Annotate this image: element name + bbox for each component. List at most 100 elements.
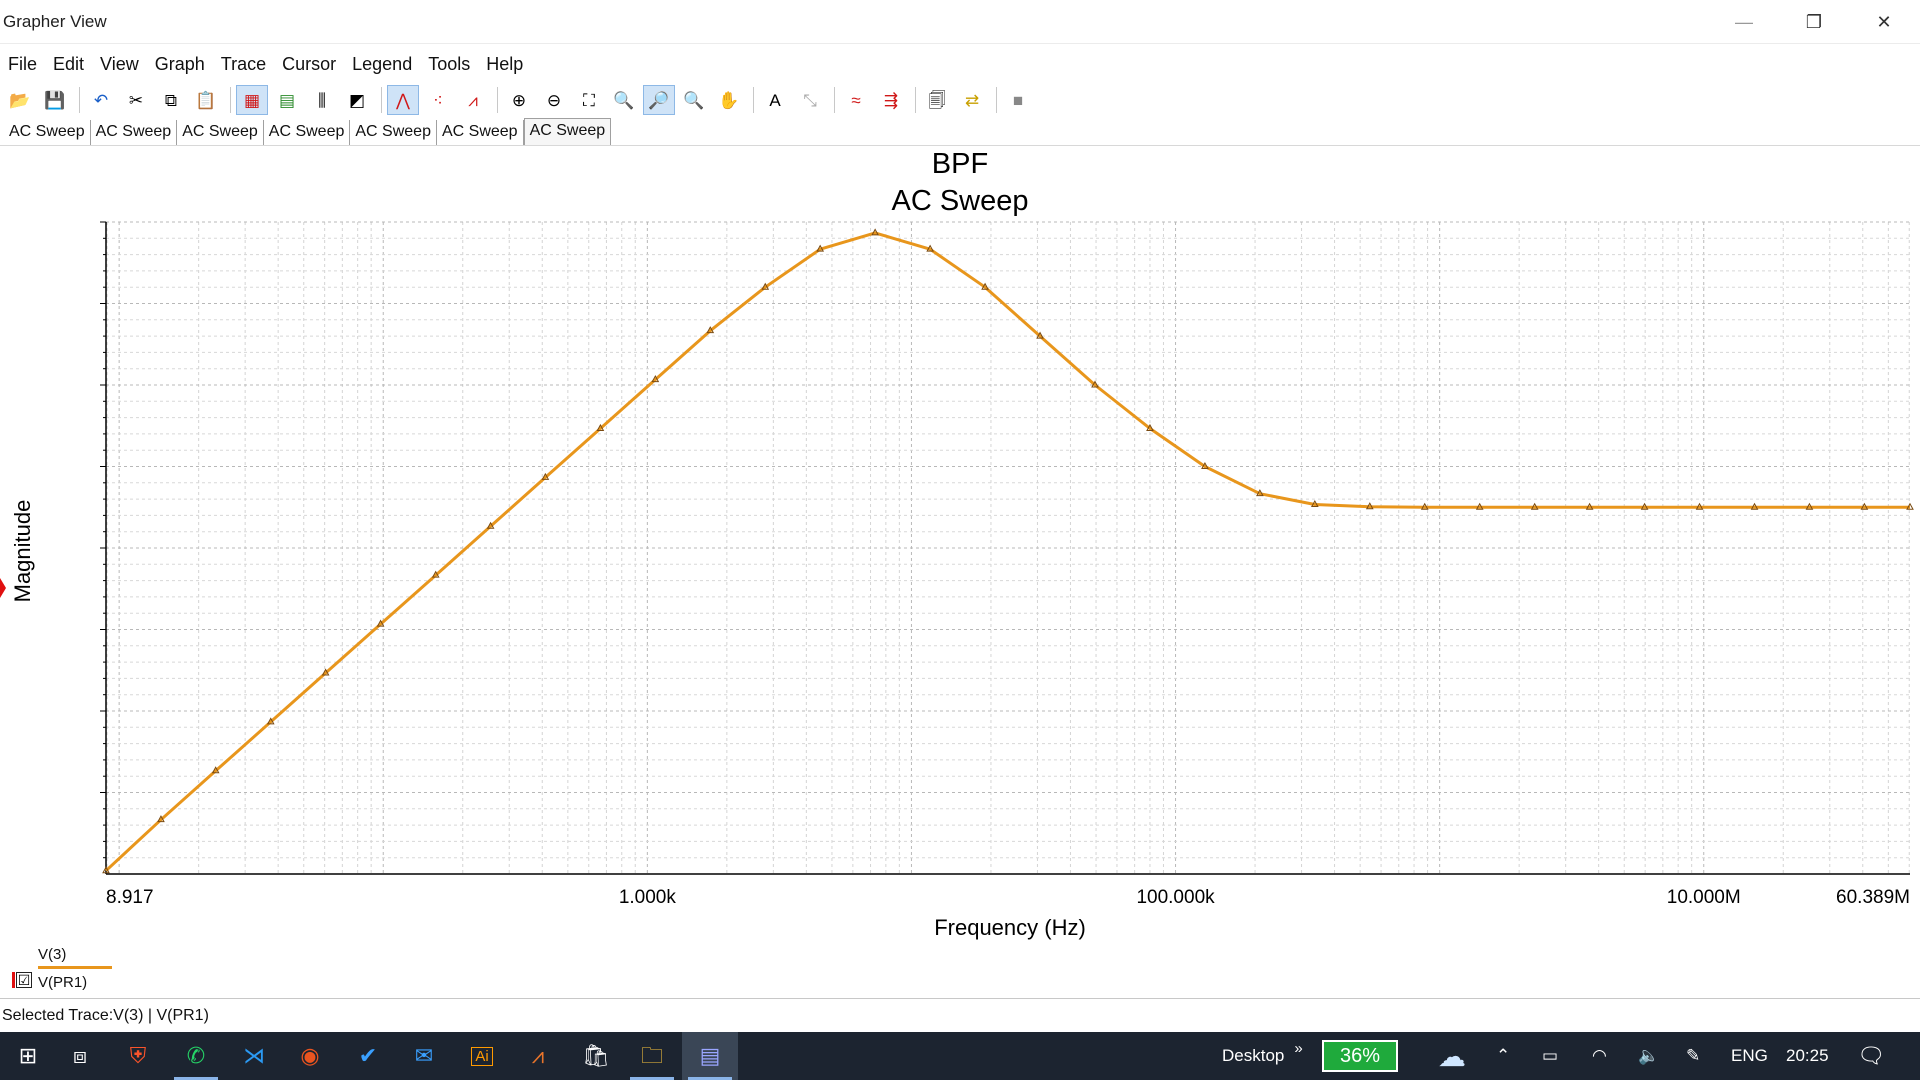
legend-checkbox[interactable]: ☑: [16, 972, 32, 988]
line-dot-style-button[interactable]: ⩘: [457, 85, 489, 115]
menu-graph[interactable]: Graph: [147, 50, 213, 78]
taskbar: Desktop » 36% ☁ ⌃ ▭ ◠ 🔈 ✎ ENG 20:25 🗨 ⊞ ⧈…: [0, 1032, 1920, 1080]
zoom-area-button[interactable]: ⛶: [573, 85, 605, 115]
todo-taskbar-button[interactable]: ✔: [340, 1032, 396, 1080]
x-tick-label: 100.000k: [1136, 887, 1215, 908]
zoom-in-button[interactable]: ⊕: [503, 85, 535, 115]
whatsapp-taskbar-button[interactable]: ✆: [168, 1032, 224, 1080]
battery-percent-badge[interactable]: 36%: [1322, 1040, 1398, 1072]
minimize-button[interactable]: —: [1714, 0, 1774, 44]
multisim-taskbar-button[interactable]: ▤: [682, 1032, 738, 1080]
text-tool-icon: A: [769, 90, 781, 110]
menu-edit[interactable]: Edit: [45, 50, 92, 78]
vscode-taskbar-button[interactable]: ⋊: [226, 1032, 282, 1080]
tab-ac-sweep-6[interactable]: AC Sweep: [437, 120, 524, 146]
transfer-button[interactable]: ⇄: [956, 85, 988, 115]
tab-ac-sweep-2[interactable]: AC Sweep: [91, 120, 178, 146]
zoom-y-button[interactable]: 🔍: [678, 85, 710, 115]
menu-legend[interactable]: Legend: [344, 50, 420, 78]
ubuntu-taskbar-button[interactable]: ◉: [282, 1032, 338, 1080]
menu-view[interactable]: View: [92, 50, 147, 78]
file-explorer-icon: 🗀: [640, 1043, 663, 1068]
export-button[interactable]: ⇶: [875, 85, 907, 115]
restore-icon: ❐: [1805, 11, 1823, 32]
matlab-taskbar-button[interactable]: ⩘: [510, 1032, 566, 1080]
pen-icon[interactable]: ✎: [1686, 1032, 1700, 1080]
label-tool-button[interactable]: ⤡: [794, 85, 826, 115]
ticks-button[interactable]: ⫼: [306, 85, 338, 115]
toolbar-separator: [996, 87, 997, 113]
zoom-out-button[interactable]: ⊖: [538, 85, 570, 115]
grid-button[interactable]: ▦: [236, 85, 268, 115]
volume-icon[interactable]: 🔈: [1638, 1032, 1659, 1080]
menu-trace[interactable]: Trace: [213, 50, 274, 78]
dot-style-button[interactable]: ⁖: [422, 85, 454, 115]
tab-ac-sweep-3[interactable]: AC Sweep: [177, 120, 264, 146]
stop-button[interactable]: ■: [1002, 85, 1034, 115]
y-axis-marker-icon[interactable]: [0, 578, 6, 598]
chart-subtitle: AC Sweep: [891, 185, 1028, 217]
legend-icon: ▤: [278, 90, 296, 110]
wifi-icon[interactable]: ◠: [1592, 1032, 1607, 1080]
battery-percent: 36%: [1339, 1044, 1381, 1067]
mail-taskbar-button[interactable]: ✉: [396, 1032, 452, 1080]
legend-trace-vpr1: V(PR1): [38, 974, 88, 991]
zoom-full-icon: 🔍: [613, 90, 635, 110]
overlay-traces-button[interactable]: ≈: [840, 85, 872, 115]
store-taskbar-button[interactable]: 🛍: [568, 1032, 624, 1080]
task-view-taskbar-button[interactable]: ⧈: [52, 1032, 108, 1080]
ticks-icon: ⫼: [318, 90, 326, 110]
properties-button[interactable]: ◩: [341, 85, 373, 115]
illustrator-taskbar-button[interactable]: Ai: [454, 1032, 510, 1080]
line-style-button[interactable]: ⋀: [387, 85, 419, 115]
brave-taskbar-button[interactable]: ⛨: [110, 1032, 166, 1080]
onedrive-icon[interactable]: ☁: [1438, 1032, 1466, 1080]
transfer-icon: ⇄: [964, 90, 980, 110]
overlay-traces-icon: ≈: [851, 90, 861, 110]
trace-line-v3[interactable]: [104, 231, 1910, 872]
graph-area[interactable]: 8.917 1.000k 100.000k 10.000M 60.389M BPF AC…: [0, 146, 1920, 998]
cut-button[interactable]: ✂: [120, 85, 152, 115]
language-indicator[interactable]: ENG: [1731, 1032, 1768, 1080]
tab-ac-sweep-7[interactable]: AC Sweep: [523, 118, 612, 146]
text-tool-button[interactable]: A: [759, 85, 791, 115]
open-button[interactable]: 📂: [4, 85, 36, 115]
paste-button[interactable]: 📋: [190, 85, 222, 115]
action-center-icon[interactable]: 🗨: [1857, 1032, 1885, 1080]
legend[interactable]: V(3) ☑ V(PR1): [12, 946, 212, 994]
tab-ac-sweep-5[interactable]: AC Sweep: [350, 120, 437, 146]
toolbar-separator: [381, 87, 382, 113]
print-preview-button[interactable]: 🗐: [921, 85, 953, 115]
tab-ac-sweep-4[interactable]: AC Sweep: [264, 120, 351, 146]
store-icon: 🛍: [582, 1043, 610, 1068]
clock[interactable]: 20:25: [1786, 1032, 1829, 1080]
battery-icon[interactable]: ▭: [1542, 1032, 1558, 1080]
legend-button[interactable]: ▤: [271, 85, 303, 115]
zoom-x-button[interactable]: 🔎: [643, 85, 675, 115]
start-taskbar-button[interactable]: ⊞: [0, 1032, 56, 1080]
tab-ac-sweep-1[interactable]: AC Sweep: [4, 120, 91, 146]
pan-hand-button[interactable]: ✋: [713, 85, 745, 115]
toolbar-separator: [497, 87, 498, 113]
x-tick-label: 60.389M: [1836, 887, 1910, 908]
chart-title: BPF: [932, 148, 988, 180]
file-explorer-taskbar-button[interactable]: 🗀: [624, 1032, 680, 1080]
save-button[interactable]: 💾: [39, 85, 71, 115]
undo-button[interactable]: ↶: [85, 85, 117, 115]
zoom-out-icon: ⊖: [546, 90, 562, 110]
status-text: Selected Trace:V(3) | V(PR1): [2, 1007, 209, 1024]
menu-bar: File Edit View Graph Trace Cursor Legend Tools H…: [0, 50, 1920, 78]
zoom-full-button[interactable]: 🔍: [608, 85, 640, 115]
export-icon: ⇶: [883, 90, 899, 110]
menu-tools[interactable]: Tools: [420, 50, 478, 78]
close-icon: ✕: [1876, 11, 1892, 32]
menu-file[interactable]: File: [0, 50, 45, 78]
restore-button[interactable]: ❐: [1784, 0, 1844, 44]
close-button[interactable]: ✕: [1854, 0, 1914, 44]
copy-button[interactable]: ⧉: [155, 85, 187, 115]
desktop-toolbar[interactable]: Desktop »: [1222, 1032, 1303, 1080]
menu-cursor[interactable]: Cursor: [274, 50, 344, 78]
toolbar-separator: [79, 87, 80, 113]
menu-help[interactable]: Help: [478, 50, 531, 78]
show-hidden-icons-icon[interactable]: ⌃: [1496, 1032, 1510, 1080]
